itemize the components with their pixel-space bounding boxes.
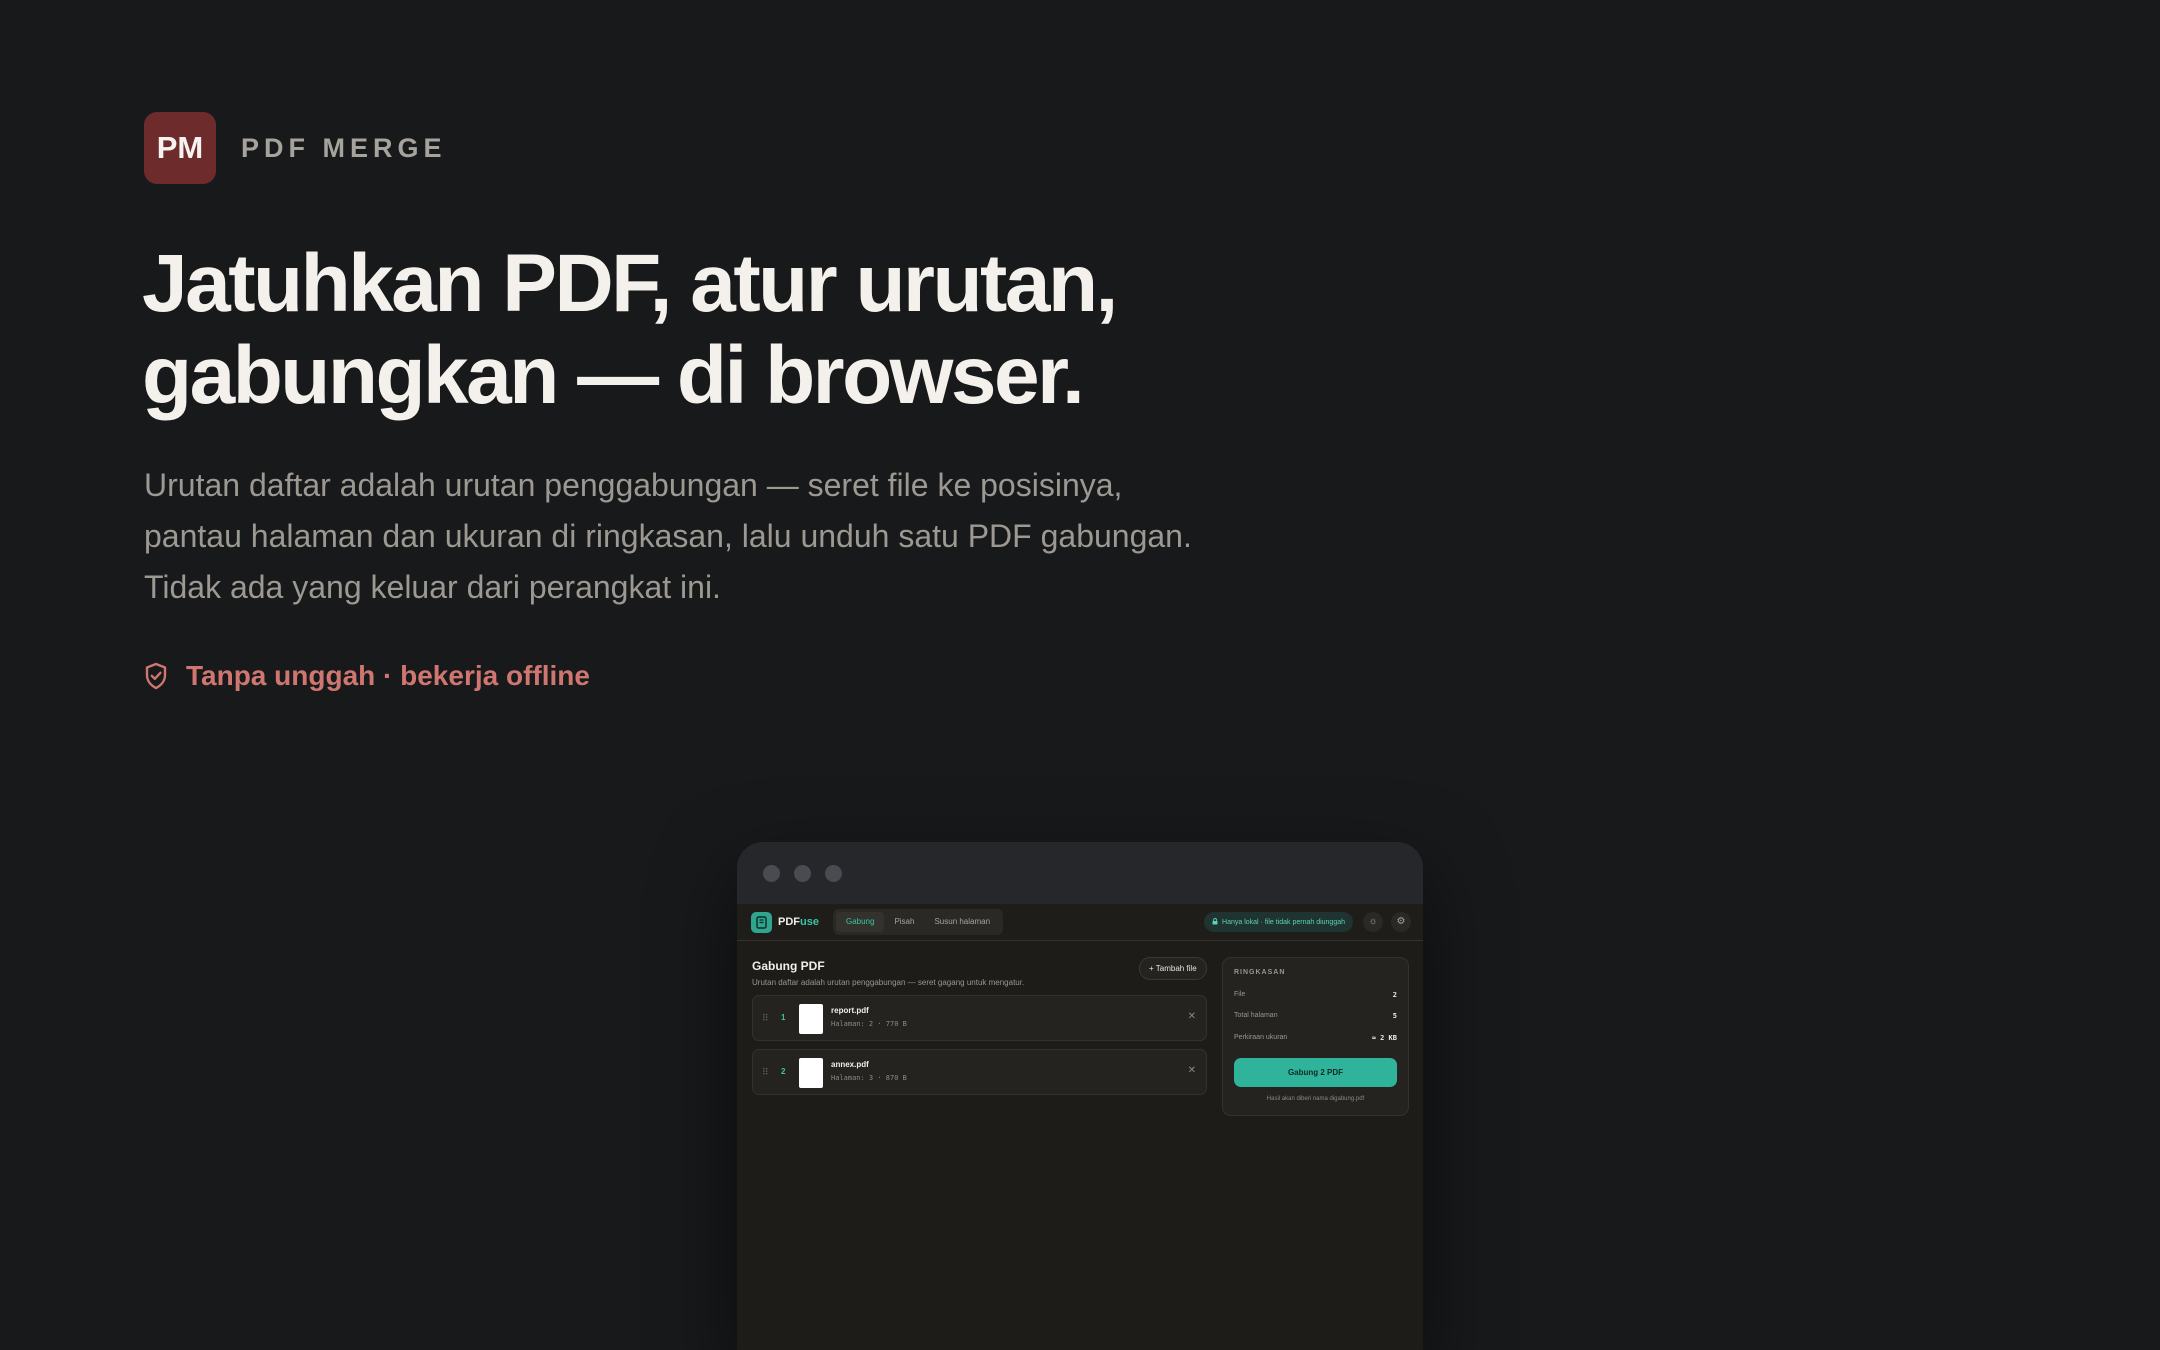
- brand: PM PDF MERGE: [144, 112, 447, 184]
- summary-row: File 2: [1234, 991, 1397, 999]
- headline-line: gabungkan — di browser.: [142, 330, 1085, 421]
- settings-icon[interactable]: ⚙: [1391, 912, 1411, 932]
- local-only-label: Hanya lokal · file tidak pernah diunggah: [1222, 918, 1345, 926]
- mode-tabs: Gabung Pisah Susun halaman: [832, 909, 1004, 935]
- section-title: Gabung PDF: [752, 959, 825, 973]
- shield-check-icon: [144, 662, 168, 690]
- drag-handle-icon[interactable]: ⠿: [762, 1013, 769, 1024]
- merge-button[interactable]: Gabung 2 PDF: [1234, 1058, 1397, 1087]
- brand-name: PDF MERGE: [241, 132, 447, 163]
- summary-row: Total halaman 5: [1234, 1012, 1397, 1020]
- summary-label: Perkiraan ukuran: [1234, 1034, 1288, 1041]
- section-subtitle: Urutan daftar adalah urutan penggabungan…: [752, 978, 1025, 987]
- landing-page: PM PDF MERGE Jatuhkan PDF, atur urutan, …: [0, 0, 2160, 1350]
- file-name: annex.pdf: [831, 1060, 869, 1069]
- file-row[interactable]: ⠿ 2 annex.pdf Halaman: 3 · 870 B ✕: [752, 1049, 1207, 1095]
- window-dot-close: [763, 864, 780, 882]
- summary-label: File: [1234, 991, 1246, 998]
- headline-line: Jatuhkan PDF, atur urutan,: [142, 238, 1118, 329]
- summary-title: RINGKASAN: [1234, 969, 1286, 976]
- window-dot-maximize: [825, 864, 842, 882]
- summary-panel: RINGKASAN File 2 Total halaman 5 Perkira…: [1222, 957, 1409, 1116]
- summary-value: 5: [1392, 1012, 1397, 1020]
- add-file-button[interactable]: + Tambah file: [1139, 957, 1207, 980]
- app-header: PDFuse Gabung Pisah Susun halaman Hanya …: [737, 904, 1423, 941]
- lead-line: pantau halaman dan ukuran di ringkasan, …: [144, 518, 1192, 554]
- tab-reorder-pages[interactable]: Susun halaman: [924, 912, 1000, 932]
- summary-row: Perkiraan ukuran ≈ 2 KB: [1234, 1034, 1397, 1042]
- headline: Jatuhkan PDF, atur urutan, gabungkan — d…: [142, 238, 1442, 422]
- app-logo-icon: [751, 911, 772, 933]
- trust-label: Tanpa unggah · bekerja offline: [186, 660, 590, 691]
- browser-mockup: PDFuse Gabung Pisah Susun halaman Hanya …: [737, 842, 1423, 1350]
- app-name-prefix: PDF: [778, 916, 800, 928]
- file-index: 1: [781, 1013, 786, 1022]
- output-name-note: Hasil akan diberi nama digabung.pdf: [1266, 1096, 1365, 1102]
- file-index: 2: [781, 1067, 786, 1076]
- tab-split[interactable]: Pisah: [884, 912, 924, 932]
- window-dot-minimize: [794, 864, 811, 882]
- app-main: Gabung PDF Urutan daftar adalah urutan p…: [737, 941, 1423, 1350]
- app-name: PDFuse: [778, 916, 819, 928]
- theme-toggle-icon[interactable]: ☼: [1363, 912, 1383, 932]
- summary-value: ≈ 2 KB: [1371, 1034, 1397, 1042]
- remove-file-icon[interactable]: ✕: [1188, 1011, 1196, 1022]
- lead-paragraph: Urutan daftar adalah urutan penggabungan…: [144, 460, 1294, 613]
- file-meta: Halaman: 3 · 870 B: [831, 1074, 907, 1082]
- file-thumbnail: [799, 1004, 823, 1034]
- file-name: report.pdf: [831, 1006, 869, 1015]
- tab-merge[interactable]: Gabung: [835, 912, 885, 932]
- app-name-suffix: use: [800, 916, 819, 928]
- file-meta: Halaman: 2 · 770 B: [831, 1020, 907, 1028]
- brand-badge: PM: [144, 112, 216, 184]
- file-row[interactable]: ⠿ 1 report.pdf Halaman: 2 · 770 B ✕: [752, 995, 1207, 1041]
- lead-line: Tidak ada yang keluar dari perangkat ini…: [144, 569, 721, 605]
- lock-icon: [1212, 917, 1218, 927]
- remove-file-icon[interactable]: ✕: [1188, 1065, 1196, 1076]
- file-thumbnail: [799, 1058, 823, 1088]
- drag-handle-icon[interactable]: ⠿: [762, 1067, 769, 1078]
- lead-line: Urutan daftar adalah urutan penggabungan…: [144, 467, 1123, 503]
- summary-label: Total halaman: [1234, 1012, 1278, 1019]
- summary-value: 2: [1392, 991, 1397, 999]
- browser-titlebar: [737, 842, 1423, 904]
- local-only-badge: Hanya lokal · file tidak pernah diunggah: [1204, 912, 1353, 932]
- trust-note: Tanpa unggah · bekerja offline: [144, 660, 590, 692]
